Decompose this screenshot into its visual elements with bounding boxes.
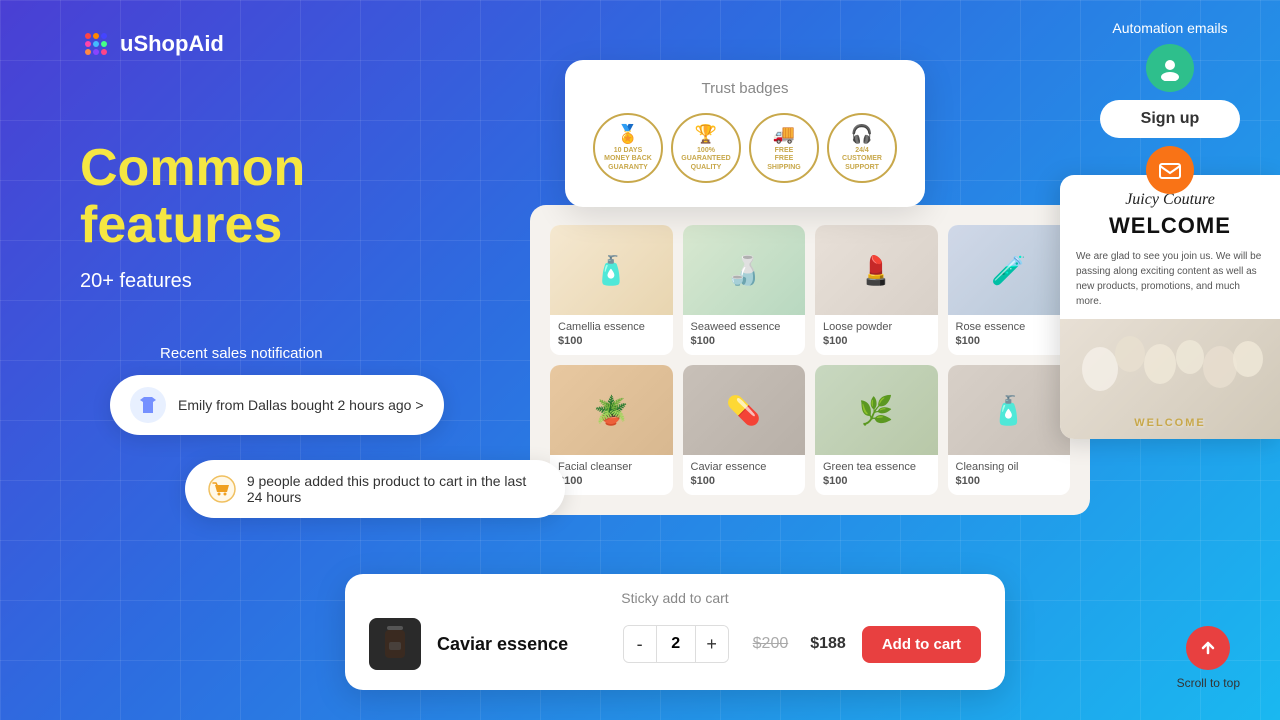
trust-badge-4: 🎧 24/4CUSTOMERSUPPORT xyxy=(827,113,897,183)
product-name-5: Facial cleanser xyxy=(558,461,665,473)
sales-notification[interactable]: Emily from Dallas bought 2 hours ago > xyxy=(110,375,444,435)
hero-title: Common features xyxy=(80,140,520,254)
trust-badge-2: 🏆 100%GUARANTEEDQUALITY xyxy=(671,113,741,183)
hero-subtitle: 20+ features xyxy=(80,270,520,293)
product-price-7: $100 xyxy=(823,475,930,487)
trust-badge-1: 🏅 10 DAYSMONEY BACKGUARANTY xyxy=(593,113,663,183)
product-item-5[interactable]: 🪴 Facial cleanser $100 xyxy=(550,365,673,495)
product-img-8: 🧴 xyxy=(948,365,1071,455)
logo-icon xyxy=(80,28,112,60)
trust-badge-icon-3: 🚚 xyxy=(773,124,795,145)
product-name-4: Rose essence xyxy=(956,321,1063,333)
trust-badges-card: Trust badges 🏅 10 DAYSMONEY BACKGUARANTY… xyxy=(565,60,925,207)
product-item-4[interactable]: 🧪 Rose essence $100 xyxy=(948,225,1071,355)
trust-badge-icon-4: 🎧 xyxy=(851,124,873,145)
product-img-7: 🌿 xyxy=(815,365,938,455)
qty-plus-button[interactable]: + xyxy=(696,626,728,662)
sticky-product-img xyxy=(369,618,421,670)
jc-popup: Juicy Couture WELCOME We are glad to see… xyxy=(1060,175,1280,439)
product-img-2: 🍶 xyxy=(683,225,806,315)
product-price-4: $100 xyxy=(956,335,1063,347)
price-sale: $188 xyxy=(810,635,846,653)
user-avatar[interactable] xyxy=(1146,44,1194,92)
product-item-2[interactable]: 🍶 Seaweed essence $100 xyxy=(683,225,806,355)
trust-badge-text-3: FREEFREESHIPPING xyxy=(767,147,800,172)
qty-minus-button[interactable]: - xyxy=(624,626,656,662)
qty-control[interactable]: - + xyxy=(623,625,729,663)
logo-area: uShopAid xyxy=(80,28,224,60)
trust-badge-text-1: 10 DAYSMONEY BACKGUARANTY xyxy=(604,147,652,172)
jc-body-text: We are glad to see you join us. We will … xyxy=(1060,249,1280,319)
product-price-1: $100 xyxy=(558,335,665,347)
price-original: $200 xyxy=(753,635,789,653)
product-price-2: $100 xyxy=(691,335,798,347)
trust-badge-text-4: 24/4CUSTOMERSUPPORT xyxy=(842,147,882,172)
sign-up-button[interactable]: Sign up xyxy=(1100,100,1240,138)
product-price-6: $100 xyxy=(691,475,798,487)
scroll-top-label: Scroll to top xyxy=(1177,676,1240,690)
product-grid: 🧴 Camellia essence $100 🍶 Seaweed essenc… xyxy=(550,225,1070,495)
scroll-top-button[interactable] xyxy=(1186,626,1230,670)
sales-notification-text: Emily from Dallas bought 2 hours ago > xyxy=(178,397,424,413)
trust-badge-icon-1: 🏅 xyxy=(617,124,639,145)
trust-badges-title: Trust badges xyxy=(589,80,901,97)
hero-section: Common features 20+ features xyxy=(80,140,520,293)
product-price-5: $100 xyxy=(558,475,665,487)
product-img-3: 💄 xyxy=(815,225,938,315)
product-item-3[interactable]: 💄 Loose powder $100 xyxy=(815,225,938,355)
sticky-product-name: Caviar essence xyxy=(437,634,607,655)
email-icon-circle[interactable] xyxy=(1146,146,1194,194)
jc-welcome: WELCOME xyxy=(1076,213,1264,239)
automation-label: Automation emails xyxy=(1112,20,1227,36)
product-name-6: Caviar essence xyxy=(691,461,798,473)
product-item-1[interactable]: 🧴 Camellia essence $100 xyxy=(550,225,673,355)
product-name-2: Seaweed essence xyxy=(691,321,798,333)
top-right: Automation emails Sign up xyxy=(1100,20,1240,194)
product-name-8: Cleansing oil xyxy=(956,461,1063,473)
product-item-6[interactable]: 💊 Caviar essence $100 xyxy=(683,365,806,495)
shirt-icon-circle xyxy=(130,387,166,423)
product-img-5: 🪴 xyxy=(550,365,673,455)
scroll-top: Scroll to top xyxy=(1177,626,1240,690)
product-price-3: $100 xyxy=(823,335,930,347)
product-img-4: 🧪 xyxy=(948,225,1071,315)
qty-input[interactable] xyxy=(656,626,696,662)
product-price-8: $100 xyxy=(956,475,1063,487)
cart-icon-circle xyxy=(207,472,237,506)
sticky-cart-title: Sticky add to cart xyxy=(369,590,981,606)
trust-badge-3: 🚚 FREEFREESHIPPING xyxy=(749,113,819,183)
product-img-1: 🧴 xyxy=(550,225,673,315)
cart-notification[interactable]: 9 people added this product to cart in t… xyxy=(185,460,565,518)
product-item-8[interactable]: 🧴 Cleansing oil $100 xyxy=(948,365,1071,495)
product-name-7: Green tea essence xyxy=(823,461,930,473)
product-grid-card: 🧴 Camellia essence $100 🍶 Seaweed essenc… xyxy=(530,205,1090,515)
sticky-cart: Sticky add to cart Caviar essence - + $2… xyxy=(345,574,1005,690)
add-to-cart-button[interactable]: Add to cart xyxy=(862,626,981,663)
sticky-cart-row: Caviar essence - + $200 $188 Add to cart xyxy=(369,618,981,670)
trust-badges-row: 🏅 10 DAYSMONEY BACKGUARANTY 🏆 100%GUARAN… xyxy=(589,113,901,183)
trust-badge-icon-2: 🏆 xyxy=(695,124,717,145)
product-img-6: 💊 xyxy=(683,365,806,455)
recent-sales-label: Recent sales notification xyxy=(160,345,323,362)
trust-badge-text-2: 100%GUARANTEEDQUALITY xyxy=(681,147,730,172)
product-item-7[interactable]: 🌿 Green tea essence $100 xyxy=(815,365,938,495)
cart-notification-text: 9 people added this product to cart in t… xyxy=(247,473,543,505)
product-name-3: Loose powder xyxy=(823,321,930,333)
product-name-1: Camellia essence xyxy=(558,321,665,333)
jc-image: WELCOME xyxy=(1060,319,1280,439)
logo-text: uShopAid xyxy=(120,31,224,57)
